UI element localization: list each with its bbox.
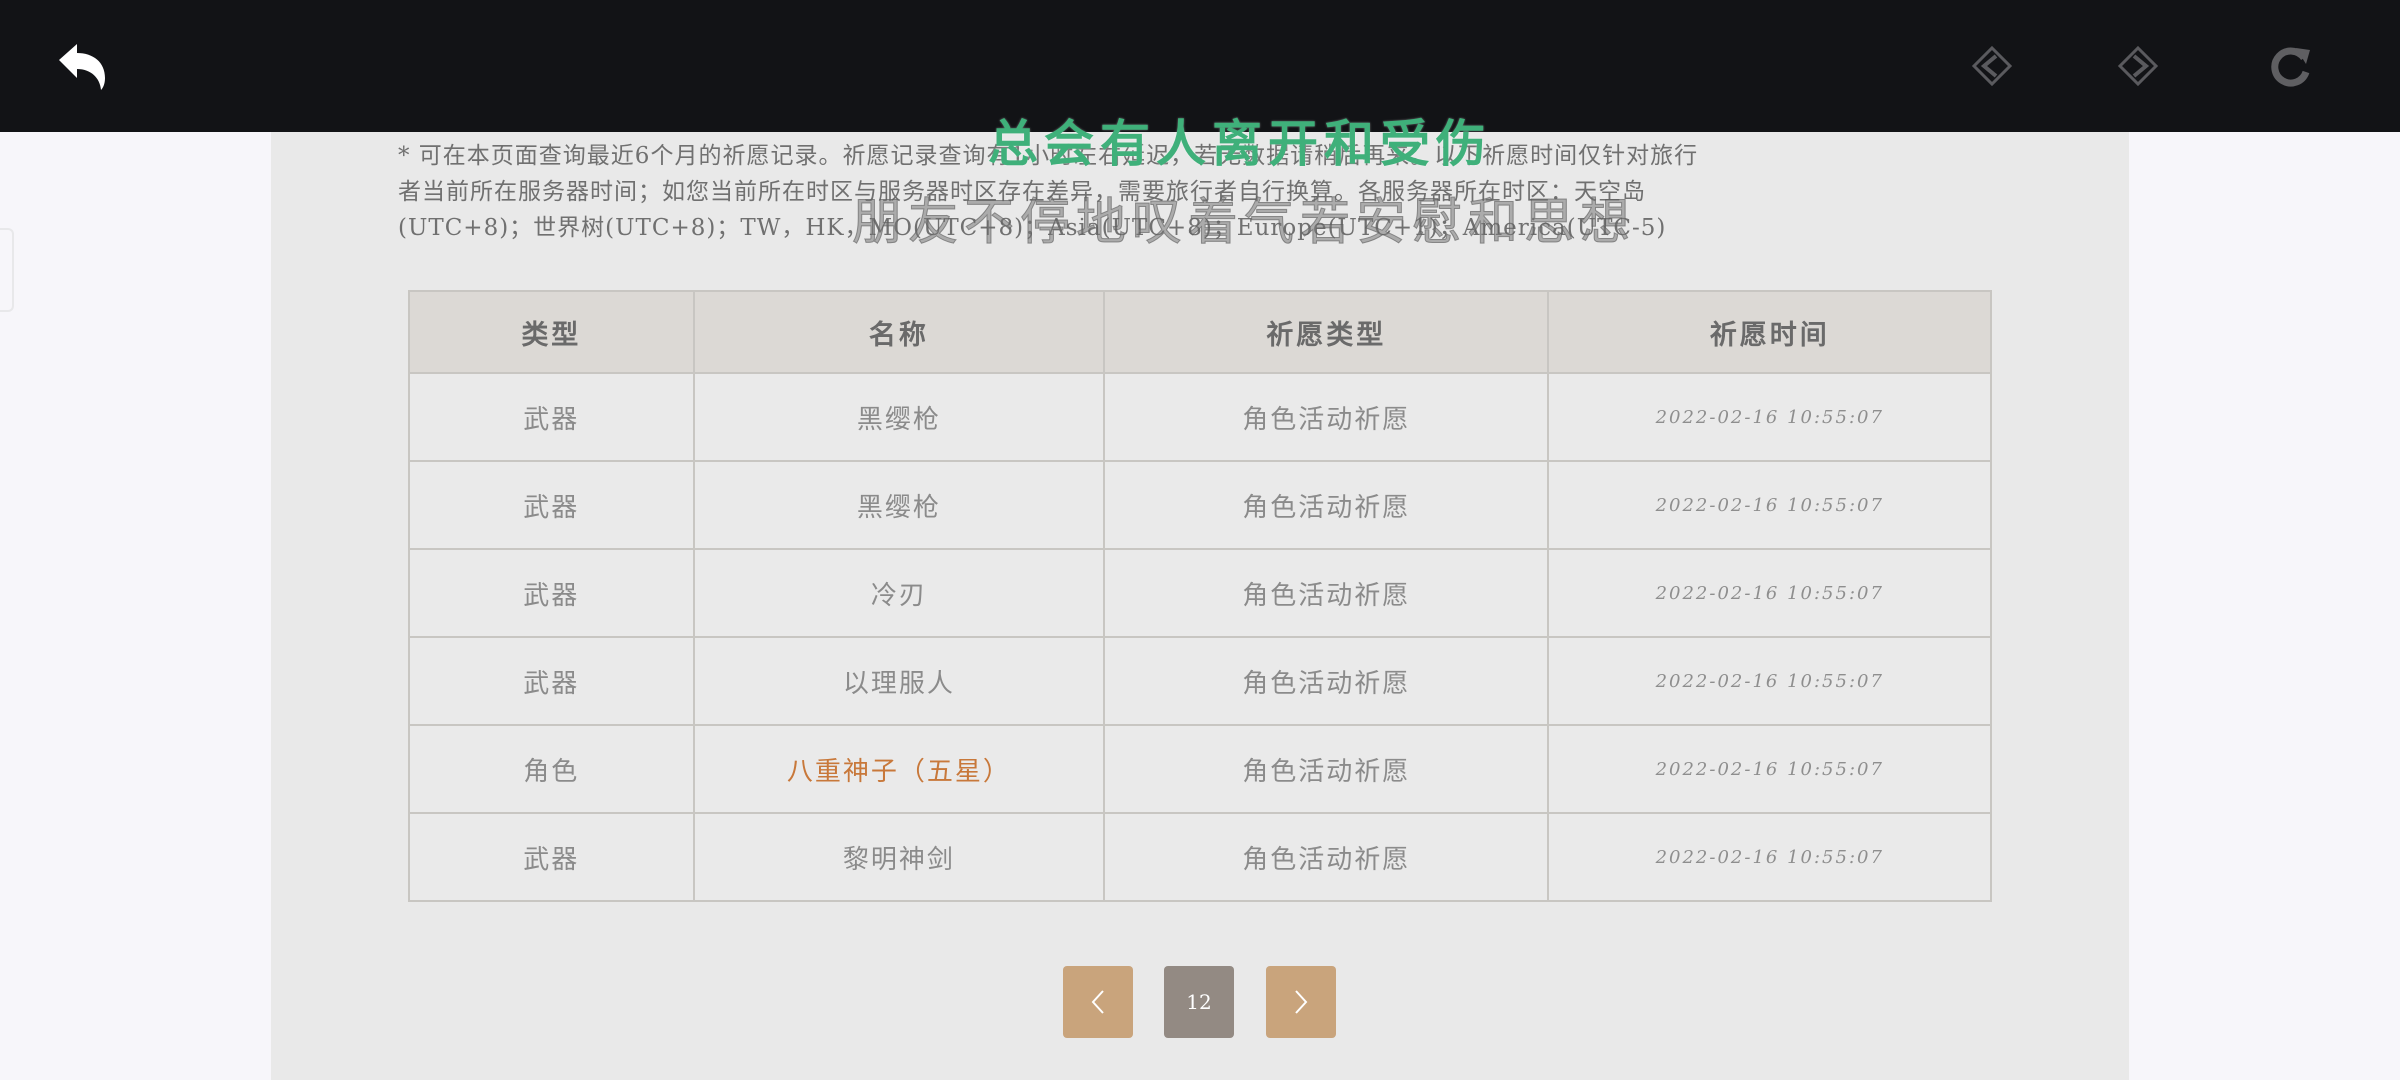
table-row: 角色 八重神子（五星） 角色活动祈愿 2022-02-16 10:55:07 (408, 724, 1992, 814)
cell-time: 2022-02-16 10:55:07 (1547, 636, 1992, 726)
cell-wish-type: 角色活动祈愿 (1103, 372, 1550, 462)
side-handle[interactable] (0, 228, 14, 312)
cell-type: 武器 (408, 372, 695, 462)
cell-type: 武器 (408, 812, 695, 902)
cell-type: 武器 (408, 636, 695, 726)
browser-forward-button[interactable] (2108, 36, 2168, 96)
cell-time: 2022-02-16 10:55:07 (1547, 460, 1992, 550)
header-time: 祈愿时间 (1547, 290, 1992, 374)
diamond-next-icon (2117, 45, 2159, 87)
cell-name: 黎明神剑 (692, 812, 1106, 902)
overlay-lyric-green: 总会有人离开和受伤 (988, 114, 1492, 173)
cell-name: 冷刃 (692, 548, 1106, 638)
table-row: 武器 以理服人 角色活动祈愿 2022-02-16 10:55:07 (408, 636, 1992, 726)
cell-name: 黑缨枪 (692, 372, 1106, 462)
cell-name-five-star: 八重神子（五星） (692, 724, 1106, 814)
cell-time: 2022-02-16 10:55:07 (1547, 372, 1992, 462)
table-row: 武器 冷刃 角色活动祈愿 2022-02-16 10:55:07 (408, 548, 1992, 638)
cell-time: 2022-02-16 10:55:07 (1547, 724, 1992, 814)
back-button[interactable] (52, 36, 112, 96)
overlay-lyric-outline: 朋友不停地叹着气若安慰和思想 (852, 193, 1636, 252)
cell-wish-type: 角色活动祈愿 (1103, 724, 1550, 814)
refresh-icon (2271, 47, 2310, 87)
refresh-button[interactable] (2260, 36, 2320, 96)
chevron-left-icon (1091, 990, 1104, 1014)
cell-wish-type: 角色活动祈愿 (1103, 812, 1550, 902)
header-name: 名称 (692, 290, 1106, 374)
wish-records-table: 类型 名称 祈愿类型 祈愿时间 武器 黑缨枪 角色活动祈愿 2022-02-16… (408, 290, 1992, 902)
header-type: 类型 (408, 290, 695, 374)
prev-page-button[interactable] (1063, 966, 1133, 1038)
cell-time: 2022-02-16 10:55:07 (1547, 812, 1992, 902)
back-arrow-icon (59, 44, 105, 90)
cell-name: 黑缨枪 (692, 460, 1106, 550)
cell-type: 武器 (408, 548, 695, 638)
header-wish-type: 祈愿类型 (1103, 290, 1550, 374)
cell-wish-type: 角色活动祈愿 (1103, 460, 1550, 550)
diamond-prev-icon (1971, 45, 2013, 87)
cell-type: 角色 (408, 724, 695, 814)
table-row: 武器 黑缨枪 角色活动祈愿 2022-02-16 10:55:07 (408, 372, 1992, 462)
current-page-indicator: 12 (1164, 966, 1234, 1038)
next-page-button[interactable] (1266, 966, 1336, 1038)
table-row: 武器 黎明神剑 角色活动祈愿 2022-02-16 10:55:07 (408, 812, 1992, 902)
cell-time: 2022-02-16 10:55:07 (1547, 548, 1992, 638)
cell-wish-type: 角色活动祈愿 (1103, 636, 1550, 726)
chevron-right-icon (1295, 990, 1308, 1014)
browser-back-button[interactable] (1962, 36, 2022, 96)
table-row: 武器 黑缨枪 角色活动祈愿 2022-02-16 10:55:07 (408, 460, 1992, 550)
cell-type: 武器 (408, 460, 695, 550)
cell-name: 以理服人 (692, 636, 1106, 726)
table-header-row: 类型 名称 祈愿类型 祈愿时间 (408, 290, 1992, 374)
cell-wish-type: 角色活动祈愿 (1103, 548, 1550, 638)
